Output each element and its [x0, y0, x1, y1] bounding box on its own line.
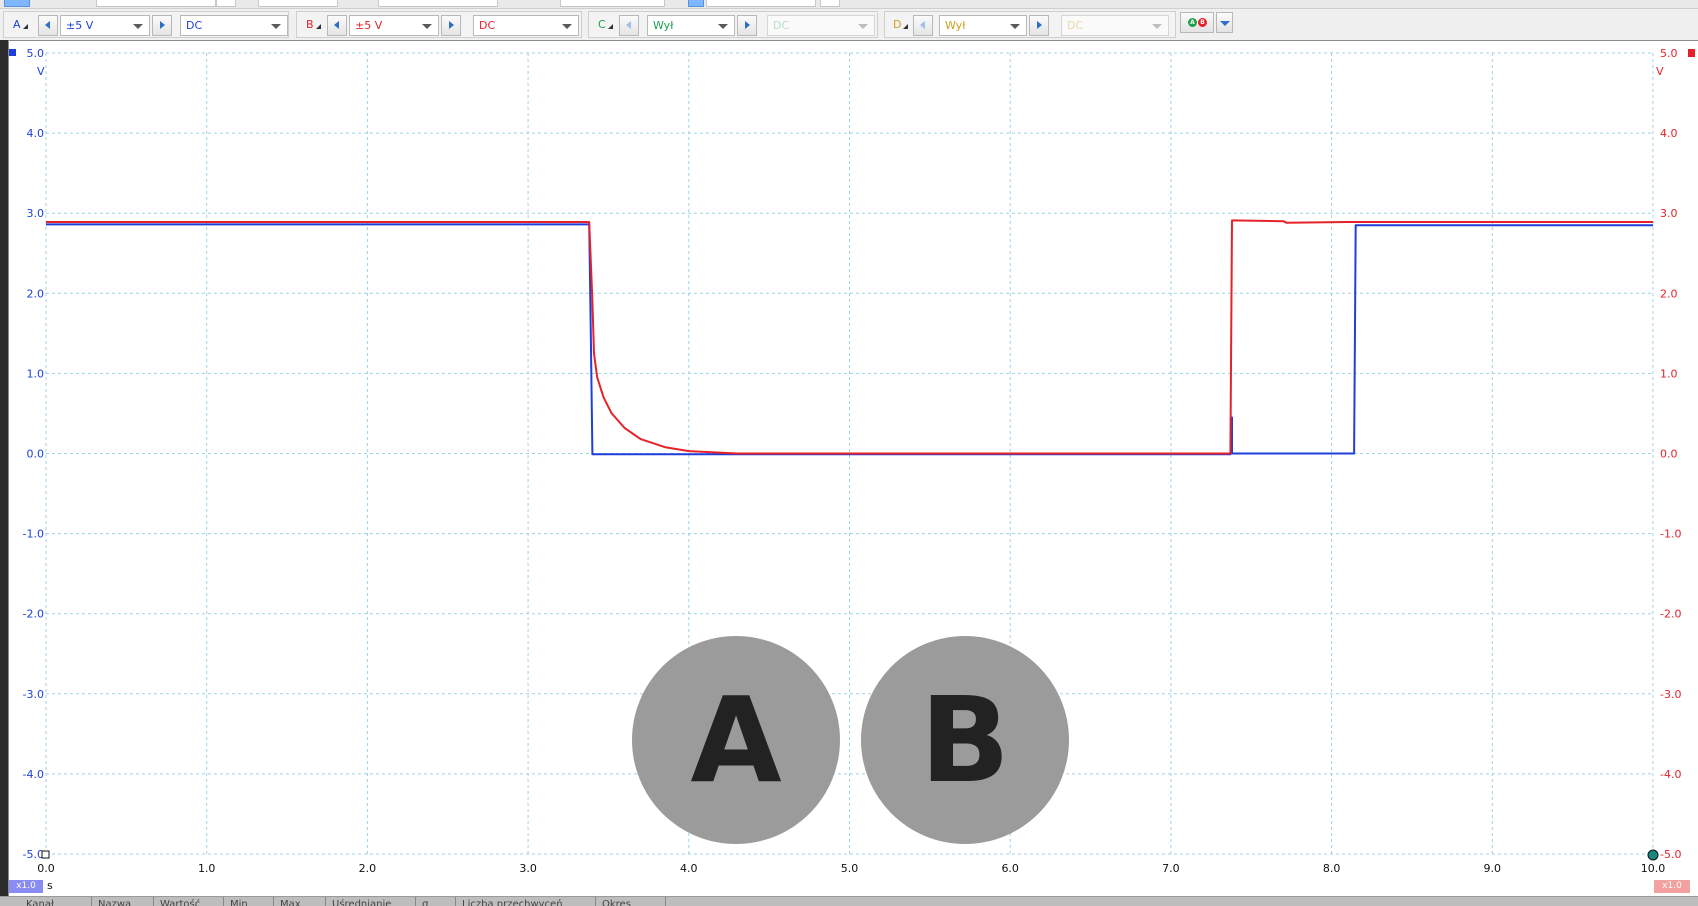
right-y-tick-label: -4.0: [1660, 768, 1681, 781]
right-y-tick-label: 2.0: [1660, 287, 1678, 300]
right-y-tick-label: 1.0: [1660, 367, 1678, 380]
channel-a-offset-marker: [9, 49, 16, 56]
left-y-tick-label: 2.0: [27, 287, 45, 300]
axis-ticks: 0.0 1.0 2.0 3.0 4.0 5.0 6.0 7.0 8.0 9.0 10.0 5.0 4.0…: [23, 47, 1682, 875]
scope-chart[interactable]: 0.0 1.0 2.0 3.0 4.0 5.0 6.0 7.0 8.0 9.0 10.0 5.0 4.0…: [0, 0, 1698, 906]
x-tick-label: 3.0: [519, 862, 537, 875]
x-tick-label: 4.0: [680, 862, 698, 875]
measure-column-header[interactable]: Kanał: [20, 897, 92, 906]
left-y-tick-label: 4.0: [27, 127, 45, 140]
ruler-handle-icon: [1647, 849, 1659, 861]
left-y-tick-label: 0.0: [27, 448, 45, 461]
left-scale-badge[interactable]: x1.0: [9, 880, 43, 893]
left-y-tick-label: -1.0: [23, 528, 44, 541]
right-y-tick-label: -2.0: [1660, 608, 1681, 621]
right-y-tick-label: 3.0: [1660, 207, 1678, 220]
measure-column-header[interactable]: Wartość: [154, 897, 224, 906]
channel-b-offset-marker: [1688, 49, 1695, 57]
right-y-tick-label: 5.0: [1660, 47, 1678, 60]
x-tick-label: 1.0: [198, 862, 216, 875]
right-y-tick-label: 4.0: [1660, 127, 1678, 140]
left-y-tick-label: 3.0: [27, 207, 45, 220]
x-tick-label: 5.0: [841, 862, 859, 875]
right-y-tick-label: -3.0: [1660, 688, 1681, 701]
measure-column-header[interactable]: Uśrednianie: [326, 897, 416, 906]
right-y-tick-label: -1.0: [1660, 528, 1681, 541]
x-tick-label: 10.0: [1641, 862, 1666, 875]
x-tick-label: 9.0: [1484, 862, 1502, 875]
x-tick-label: 6.0: [1001, 862, 1019, 875]
measurements-table-header: Kanał Nazwa Wartość Min Max Uśrednianie σ Liczb…: [0, 896, 1698, 906]
oscilloscope-app: A ±5 V DC B ±5 V DC C Wył DC D Wył DC A …: [0, 0, 1698, 906]
x-tick-label: 2.0: [359, 862, 377, 875]
measure-column-header[interactable]: Liczba przechwyceń: [456, 897, 596, 906]
left-y-tick-label: 1.0: [27, 367, 45, 380]
left-y-tick-label: -4.0: [23, 768, 44, 781]
measure-column-header[interactable]: Nazwa: [92, 897, 154, 906]
left-y-tick-label: -2.0: [23, 608, 44, 621]
left-y-tick-label: -3.0: [23, 688, 44, 701]
x-tick-label: 8.0: [1323, 862, 1341, 875]
x-tick-label: 0.0: [37, 862, 55, 875]
right-y-tick-label: 0.0: [1660, 448, 1678, 461]
right-unit-label: V: [1656, 65, 1664, 78]
measure-column-header[interactable]: Okres: [596, 897, 666, 906]
trigger-marker-icon: [41, 850, 50, 859]
x-unit-label: s: [47, 879, 53, 892]
watermark-a-badge: A: [632, 636, 840, 844]
left-unit-label: V: [37, 65, 45, 78]
right-y-tick-label: -5.0: [1660, 848, 1681, 861]
watermark-b-badge: B: [861, 636, 1069, 844]
right-scale-badge[interactable]: x1.0: [1654, 880, 1690, 893]
measure-column-header[interactable]: σ: [416, 897, 456, 906]
left-y-tick-label: 5.0: [27, 47, 45, 60]
measure-column-header[interactable]: Max: [274, 897, 326, 906]
measure-column-header[interactable]: Min: [224, 897, 274, 906]
x-tick-label: 7.0: [1162, 862, 1180, 875]
left-y-tick-label: -5.0: [23, 848, 44, 861]
